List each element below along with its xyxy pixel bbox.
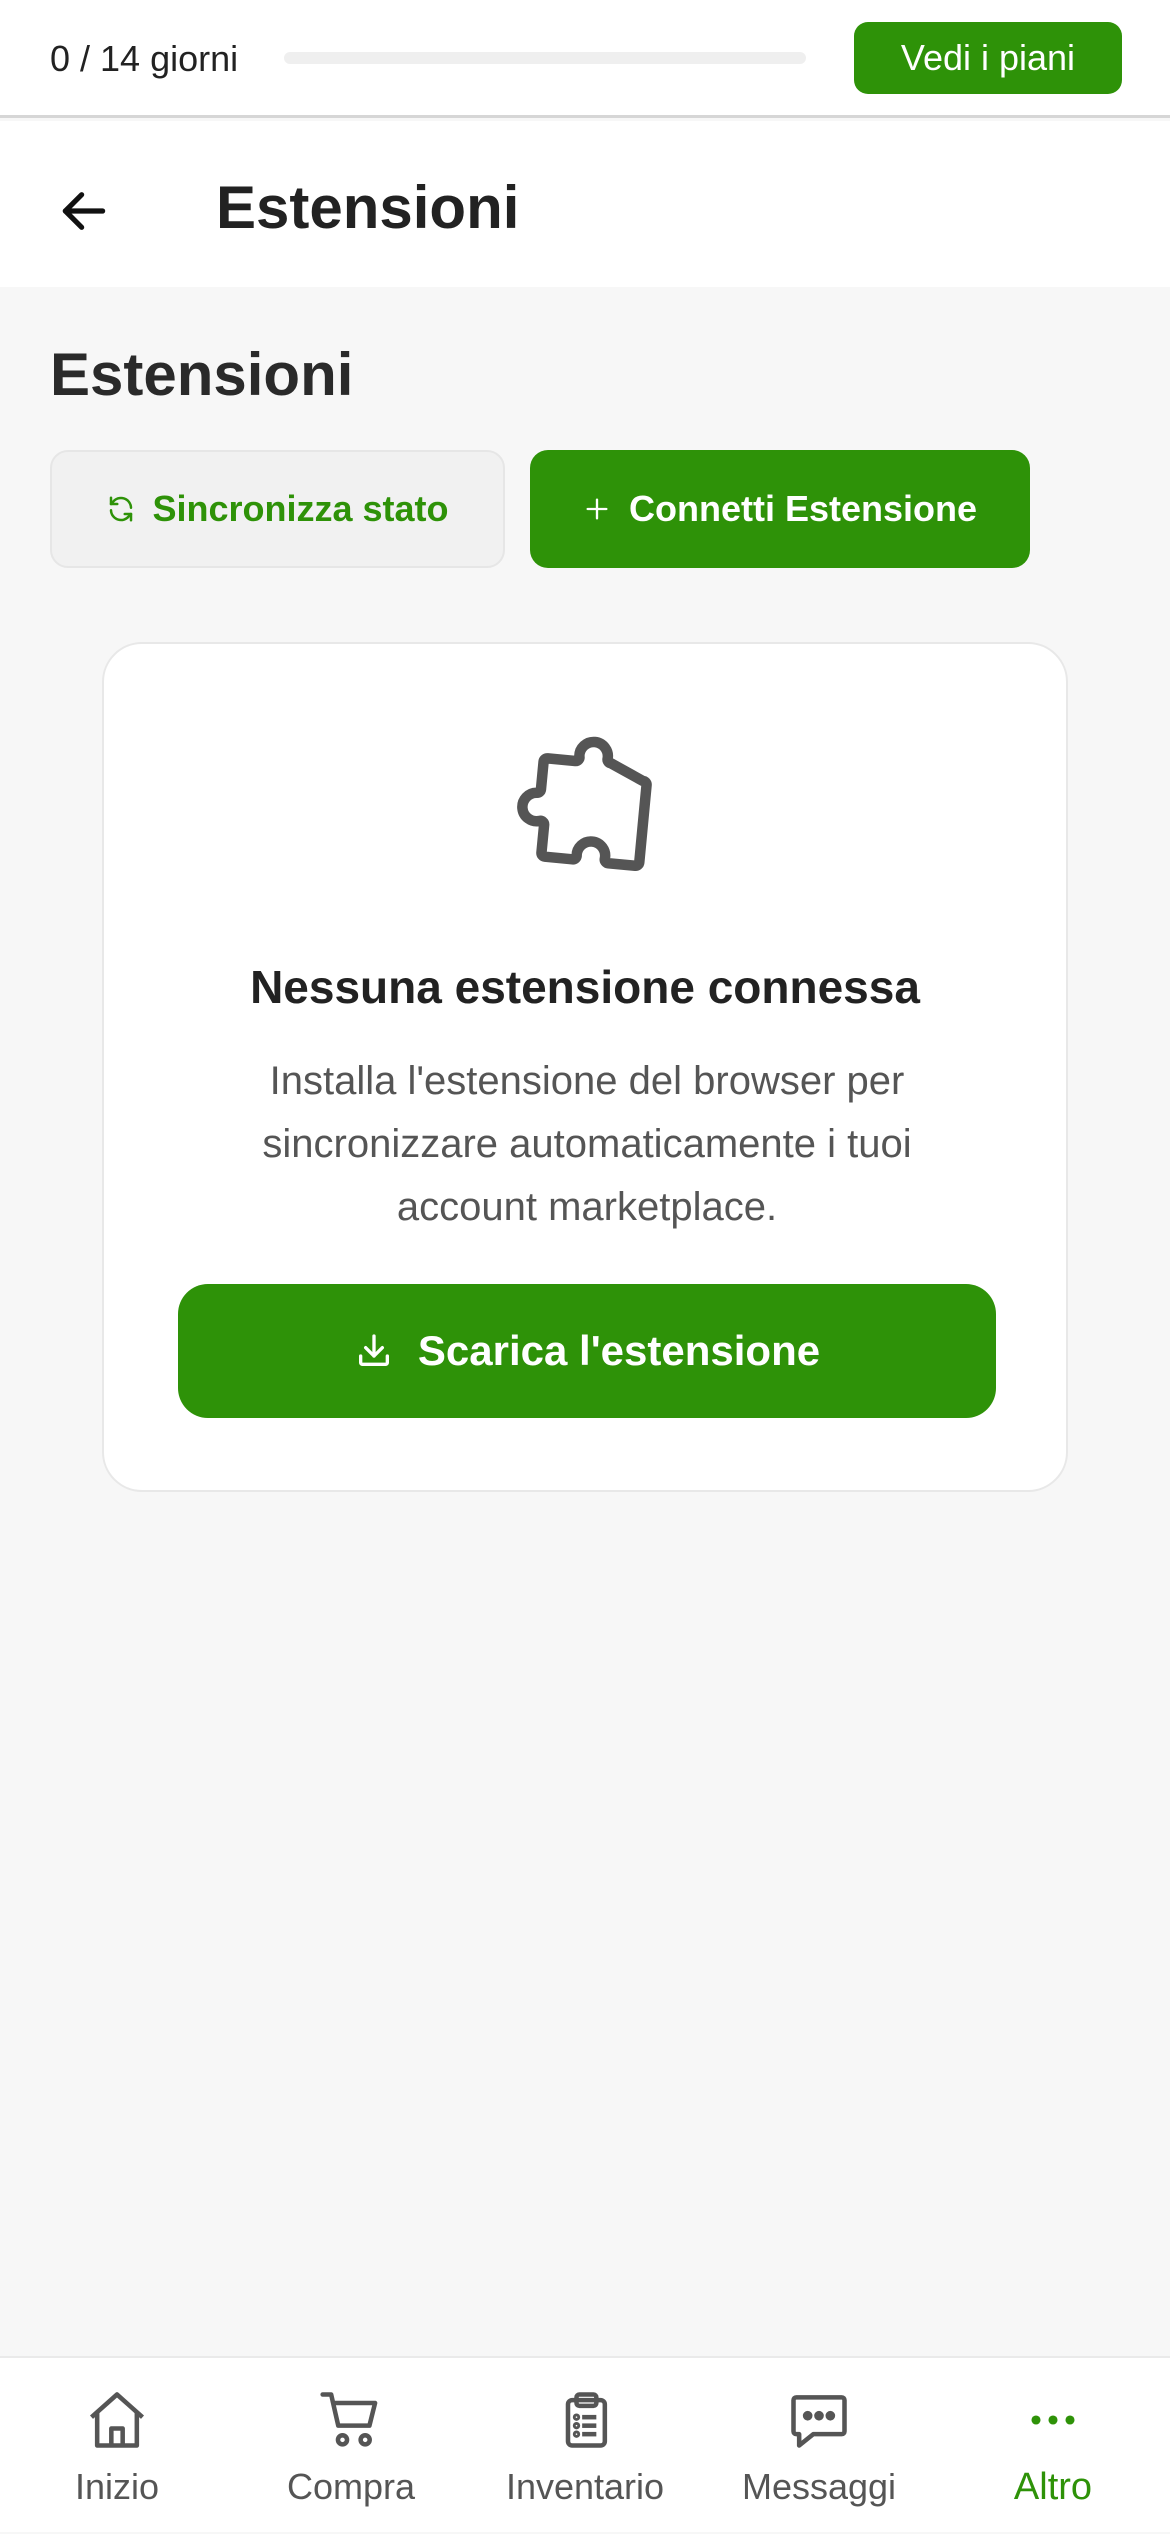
page-title: Estensioni	[50, 341, 354, 408]
empty-state-description: Installa l'estensione del browser per si…	[262, 1059, 912, 1229]
trial-progress-bar	[284, 52, 806, 64]
more-dots-icon	[1031, 2415, 1075, 2425]
nav-item-messages[interactable]: Messaggi	[702, 2358, 936, 2534]
arrow-left-icon	[62, 192, 106, 230]
puzzle-piece-icon	[517, 736, 652, 872]
sync-status-button[interactable]: Sincronizza stato	[50, 450, 505, 568]
view-plans-button[interactable]: Vedi i piani	[854, 22, 1122, 94]
sync-status-label: Sincronizza stato	[152, 488, 449, 529]
empty-state-card: Nessuna estensione connessa Installa l'e…	[102, 642, 1068, 1492]
trial-progress-text: 0 / 14 giorni	[50, 38, 239, 79]
nav-item-buy[interactable]: Compra	[234, 2358, 468, 2534]
refresh-icon	[110, 496, 133, 522]
app-header: Estensioni	[0, 121, 1170, 287]
bottom-nav: Inizio Compra Inventario Messaggi Altro	[0, 2356, 1170, 2532]
empty-state-title: Nessuna estensione connessa	[250, 961, 920, 1013]
chat-icon	[791, 2395, 847, 2448]
home-icon	[89, 2392, 145, 2448]
nav-label-inventory: Inventario	[505, 2466, 665, 2507]
header-title: Estensioni	[216, 174, 520, 241]
cart-icon	[320, 2392, 378, 2447]
plus-icon	[586, 498, 608, 520]
nav-item-home[interactable]: Inizio	[0, 2358, 234, 2534]
nav-label-more: Altro	[1013, 2466, 1093, 2508]
nav-label-home: Inizio	[74, 2466, 160, 2507]
trial-bar: 0 / 14 giorni Vedi i piani	[0, 0, 1170, 118]
download-icon	[358, 1334, 389, 1366]
nav-item-inventory[interactable]: Inventario	[468, 2358, 702, 2534]
nav-label-messages: Messaggi	[741, 2466, 897, 2507]
download-extension-label: Scarica l'estensione	[417, 1327, 821, 1374]
nav-item-more[interactable]: Altro	[936, 2358, 1170, 2534]
clipboard-icon	[565, 2392, 608, 2448]
connect-extension-label: Connetti Estensione	[628, 488, 978, 529]
connect-extension-button[interactable]: Connetti Estensione	[530, 450, 1030, 568]
download-extension-button[interactable]: Scarica l'estensione	[178, 1284, 996, 1418]
nav-label-buy: Compra	[286, 2466, 416, 2507]
back-button[interactable]	[44, 171, 124, 251]
